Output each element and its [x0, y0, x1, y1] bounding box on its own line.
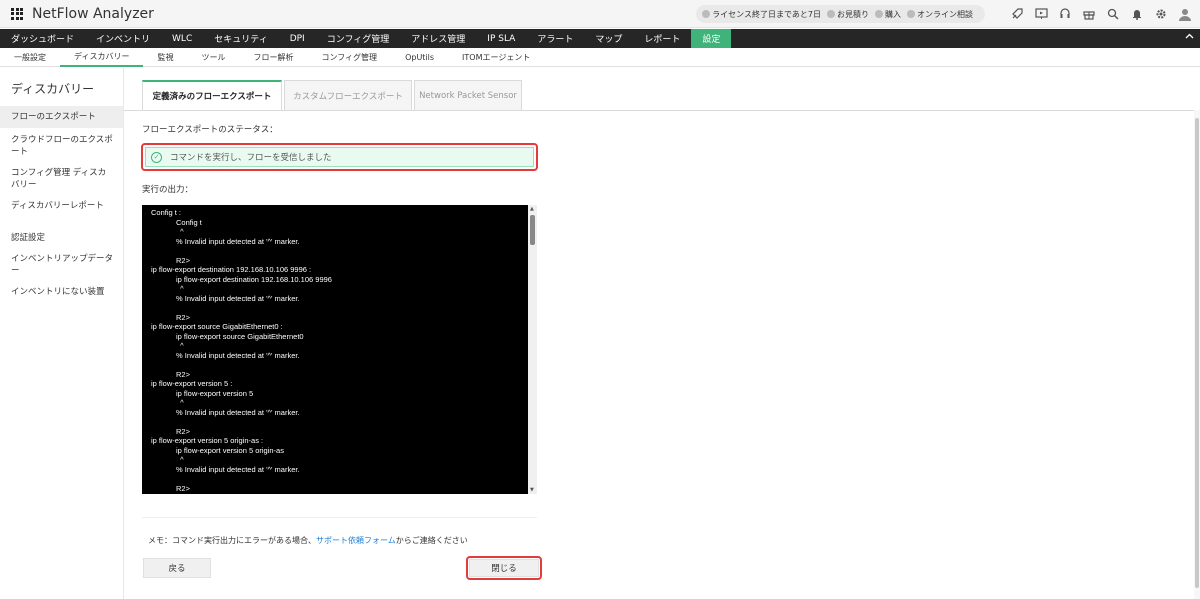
presentation-icon[interactable]: [1034, 7, 1048, 21]
scroll-up-arrow-icon[interactable]: ▲: [530, 206, 534, 212]
clock-icon: [702, 10, 711, 18]
app-grid-icon[interactable]: [11, 7, 23, 20]
quote-pill[interactable]: お見積り: [827, 9, 869, 20]
sidebar-item-config-discovery[interactable]: コンフィグ管理 ディスカバリー: [0, 164, 123, 194]
headset-icon[interactable]: [1058, 7, 1072, 21]
main-content: 定義済みのフローエクスポート カスタムフローエクスポート Network Pac…: [124, 68, 1194, 599]
note-prefix: メモ：コマンド実行出力にエラーがある場合、: [148, 536, 316, 545]
online-consult-label: オンライン相談: [917, 9, 973, 19]
sidebar-title: ディスカバリー: [11, 82, 95, 96]
subnav-config-mgmt[interactable]: コンフィグ管理: [307, 48, 391, 67]
tab-bar: 定義済みのフローエクスポート カスタムフローエクスポート Network Pac…: [142, 80, 524, 110]
header-actions: ライセンス終了日まであと7日 お見積り 購入 オンライン相談: [696, 0, 1200, 28]
nav-dashboard[interactable]: ダッシュボード: [0, 29, 85, 48]
sidebar-item-discovery-report[interactable]: ディスカバリーレポート: [0, 197, 123, 215]
nav-wlc[interactable]: WLC: [161, 29, 203, 48]
scroll-down-arrow-icon[interactable]: ▼: [530, 487, 534, 493]
nav-alerts[interactable]: アラート: [526, 29, 584, 48]
nav-settings[interactable]: 設定: [691, 29, 732, 48]
status-highlight: ✓ コマンドを実行し、フローを受信しました: [141, 143, 538, 171]
sidebar-item-flow-export[interactable]: フローのエクスポート: [0, 106, 123, 128]
execution-output-text: Config t : Config t ^ % Invalid input de…: [151, 208, 332, 494]
nav-config-mgmt[interactable]: コンフィグ管理: [316, 29, 401, 48]
nav-dpi[interactable]: DPI: [279, 29, 316, 48]
subnav-general-settings[interactable]: 一般設定: [0, 48, 60, 67]
top-header: NetFlow Analyzer ライセンス終了日まであと7日 お見積り 購入 …: [0, 0, 1200, 28]
page-scrollbar[interactable]: [1194, 110, 1200, 599]
status-message-box: ✓ コマンドを実行し、フローを受信しました: [145, 147, 534, 167]
subnav-tools[interactable]: ツール: [187, 48, 239, 67]
sidebar: ディスカバリー フローのエクスポート クラウドフローのエクスポート コンフィグ管…: [0, 68, 124, 599]
main-nav: ダッシュボード インベントリ WLC セキュリティ DPI コンフィグ管理 アド…: [0, 29, 1200, 48]
divider: [142, 517, 537, 518]
nav-inventory[interactable]: インベントリ: [85, 29, 161, 48]
status-label: フローエクスポートのステータス：: [142, 125, 278, 135]
bell-icon[interactable]: [1130, 7, 1144, 21]
subnav-oputils[interactable]: OpUtils: [391, 48, 448, 67]
tab-network-packet-sensor[interactable]: Network Packet Sensor: [414, 80, 522, 110]
subnav-monitoring[interactable]: 監視: [143, 48, 187, 67]
note-suffix: からご連絡ください: [395, 536, 468, 545]
license-days-pill[interactable]: ライセンス終了日まであと7日: [702, 9, 821, 20]
sub-nav: 一般設定 ディスカバリー 監視 ツール フロー解析 コンフィグ管理 OpUtil…: [0, 48, 1200, 67]
close-button[interactable]: 閉じる: [469, 559, 539, 577]
chevron-up-icon[interactable]: [1185, 32, 1194, 44]
subnav-flow-analysis[interactable]: フロー解析: [239, 48, 307, 67]
search-icon[interactable]: [1106, 7, 1120, 21]
license-days-label: ライセンス終了日まであと7日: [712, 9, 821, 19]
close-button-highlight: 閉じる: [466, 556, 542, 580]
nav-address-mgmt[interactable]: アドレス管理: [400, 29, 476, 48]
terminal-scrollbar[interactable]: ▲ ▼: [528, 205, 537, 494]
status-message: コマンドを実行し、フローを受信しました: [170, 153, 332, 163]
back-button[interactable]: 戻る: [143, 558, 211, 578]
sidebar-item-non-inventory-devices[interactable]: インベントリにない装置: [0, 283, 123, 301]
subnav-itom-agent[interactable]: ITOMエージェント: [448, 48, 544, 67]
subnav-discovery[interactable]: ディスカバリー: [60, 48, 144, 67]
check-circle-icon: ✓: [151, 151, 162, 163]
support-note: メモ：コマンド実行出力にエラーがある場合、サポート依頼フォームからご連絡ください: [148, 535, 468, 546]
sidebar-item-credentials[interactable]: 認証設定: [0, 229, 123, 247]
quote-icon: [827, 10, 835, 18]
rocket-icon[interactable]: [1010, 7, 1024, 21]
gift-icon[interactable]: [1082, 7, 1096, 21]
output-label: 実行の出力：: [142, 185, 194, 195]
cart-icon: [875, 10, 883, 18]
user-avatar-icon[interactable]: [1178, 7, 1192, 21]
quote-label: お見積り: [837, 9, 869, 19]
purchase-label: 購入: [885, 9, 901, 19]
tab-divider: [124, 110, 1194, 111]
tab-custom-flow-export[interactable]: カスタムフローエクスポート: [284, 80, 412, 110]
chat-icon: [907, 10, 915, 18]
online-consult-pill[interactable]: オンライン相談: [907, 9, 973, 20]
sidebar-item-cloud-flow-export[interactable]: クラウドフローのエクスポート: [0, 131, 123, 161]
nav-ip-sla[interactable]: IP SLA: [476, 29, 526, 48]
app-title: NetFlow Analyzer: [32, 5, 154, 22]
nav-security[interactable]: セキュリティ: [203, 29, 278, 48]
support-form-link[interactable]: サポート依頼フォーム: [316, 536, 396, 545]
page-scroll-thumb[interactable]: [1195, 118, 1199, 588]
license-pill-group: ライセンス終了日まであと7日 お見積り 購入 オンライン相談: [696, 5, 985, 23]
sidebar-item-inventory-updater[interactable]: インベントリアップデーター: [0, 250, 123, 280]
nav-maps[interactable]: マップ: [584, 29, 633, 48]
terminal-scroll-thumb[interactable]: [530, 215, 535, 245]
tab-predefined-flow-export[interactable]: 定義済みのフローエクスポート: [142, 80, 282, 110]
gear-icon[interactable]: [1154, 7, 1168, 21]
nav-reports[interactable]: レポート: [633, 29, 691, 48]
execution-output-terminal[interactable]: Config t : Config t ^ % Invalid input de…: [142, 205, 537, 494]
purchase-pill[interactable]: 購入: [875, 9, 901, 20]
